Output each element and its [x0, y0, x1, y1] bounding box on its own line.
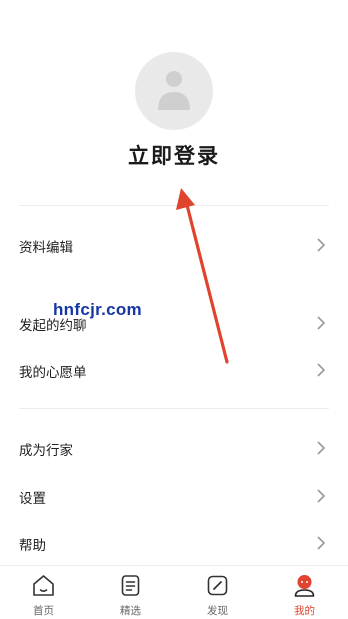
- tab-label: 首页: [33, 605, 54, 617]
- chevron-right-icon: [317, 316, 326, 330]
- watermark-text: hnfcjr.com: [53, 300, 142, 319]
- menu-item-help[interactable]: 帮助: [0, 523, 348, 563]
- tab-label: 发现: [207, 605, 228, 617]
- chevron-right-icon: [317, 489, 326, 503]
- tab-label: 精选: [120, 605, 141, 617]
- menu-item-label: 帮助: [19, 538, 46, 554]
- tab-mine[interactable]: 我的: [261, 566, 348, 619]
- tab-featured[interactable]: 精选: [87, 566, 174, 619]
- tab-label: 我的: [294, 605, 315, 617]
- menu-item-become-expert[interactable]: 成为行家: [0, 428, 348, 468]
- document-list-icon: [121, 575, 140, 596]
- chevron-right-icon: [317, 441, 326, 455]
- menu-item-settings[interactable]: 设置: [0, 476, 348, 516]
- menu-item-label: 成为行家: [19, 443, 73, 459]
- chevron-right-icon: [317, 238, 326, 252]
- menu-item-profile-edit[interactable]: 资料编辑: [0, 225, 348, 265]
- menu-item-wishlist[interactable]: 我的心愿单: [0, 350, 348, 390]
- bottom-tab-bar: 首页 精选 发现 我的: [0, 565, 348, 619]
- menu-item-label: 设置: [19, 491, 46, 507]
- chevron-right-icon: [317, 536, 326, 550]
- tab-home[interactable]: 首页: [0, 566, 87, 619]
- tab-discover[interactable]: 发现: [174, 566, 261, 619]
- divider: [19, 205, 329, 206]
- login-button[interactable]: 立即登录: [0, 140, 348, 170]
- chevron-right-icon: [317, 363, 326, 377]
- menu-item-label: 我的心愿单: [19, 365, 87, 381]
- avatar[interactable]: [135, 52, 213, 130]
- divider: [19, 408, 329, 409]
- home-icon: [33, 575, 54, 596]
- compass-icon: [207, 575, 228, 596]
- user-avatar-icon: [158, 71, 190, 110]
- profile-face-icon: [294, 575, 315, 597]
- menu-item-label: 资料编辑: [19, 240, 73, 256]
